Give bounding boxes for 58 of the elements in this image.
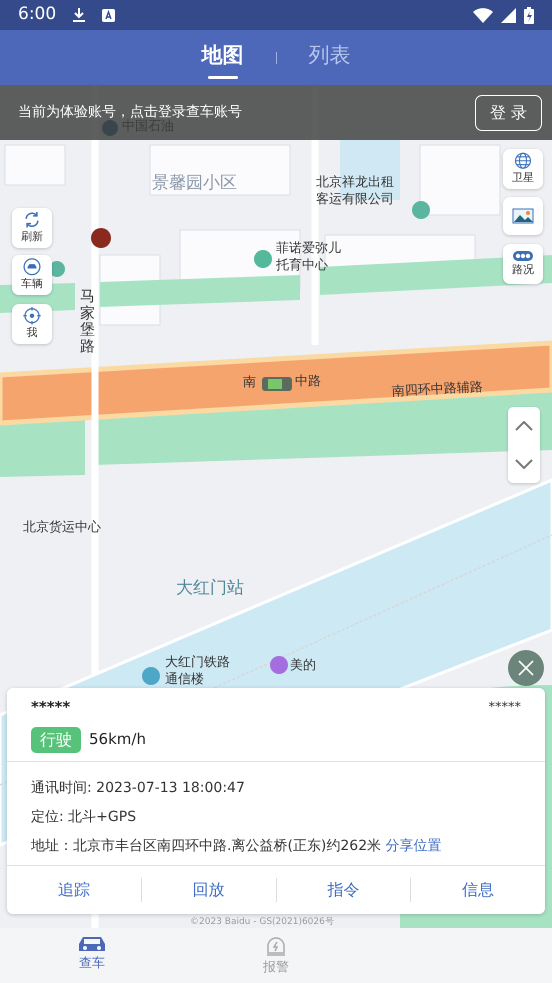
car-icon	[22, 258, 42, 276]
map-copyright: ©2023 Baidu - GS(2021)6026号	[190, 916, 334, 928]
action-button[interactable]: 回放	[142, 866, 276, 914]
map-label: 菲诺爱弥儿托育中心	[276, 241, 342, 275]
positioning-text: 定位: 北斗+GPS	[31, 808, 138, 826]
map-label: 南	[243, 375, 256, 392]
address-text: 地址：北京市丰台区南四环中路.离公益桥(正东)约262米 分享位置	[31, 836, 443, 856]
tab[interactable]: 地图	[192, 36, 254, 80]
download-icon	[72, 7, 86, 23]
login-button[interactable]: 登 录	[474, 94, 542, 130]
map-label: 北京货运中心	[23, 520, 101, 537]
poi-marker-icon	[142, 667, 160, 685]
refresh-button[interactable]: 刷新	[12, 208, 52, 248]
refresh-icon	[23, 211, 41, 228]
tab[interactable]: 列表	[298, 36, 360, 80]
satellite-button[interactable]: 卫星	[503, 149, 543, 189]
speed-text: 56km/h	[89, 729, 146, 750]
map-label: 美的	[290, 658, 316, 675]
signal-icon	[501, 8, 516, 22]
map-label: 景馨园小区	[152, 172, 237, 194]
poi-marker-icon	[254, 250, 272, 268]
globe-icon	[513, 152, 533, 170]
map-layer-button[interactable]	[503, 197, 543, 235]
comm-time-text: 通讯时间: 2023-07-13 18:00:47	[31, 778, 246, 798]
traffic-icon	[512, 250, 534, 262]
traffic-button[interactable]: 路况	[503, 244, 543, 284]
close-icon	[518, 660, 534, 676]
map-label: 南四环中路辅路	[392, 380, 484, 402]
notice-text: 当前为体验账号，点击登录查车账号	[18, 103, 242, 120]
map-label: 马家堡路	[80, 288, 95, 354]
nav-tab[interactable]: 查车	[0, 928, 184, 983]
locate-button[interactable]: 我	[12, 304, 52, 344]
poi-marker-icon	[412, 201, 430, 219]
image-icon	[512, 208, 534, 224]
locate-icon	[22, 307, 42, 324]
poi-marker-icon	[91, 228, 111, 248]
action-button[interactable]: 指令	[276, 866, 410, 914]
car-icon	[77, 934, 107, 954]
map-label: 中路	[295, 374, 321, 391]
map-label: 大红门站	[176, 577, 244, 600]
vehicles-button[interactable]: 车辆	[12, 255, 52, 295]
share-location-link[interactable]: 分享位置	[386, 838, 442, 854]
clock-time: 6:00	[18, 3, 56, 26]
device-number: *****	[488, 698, 522, 716]
chevron-down-icon	[515, 459, 533, 469]
status-badge: 行驶	[31, 726, 81, 752]
map-label: 北京祥龙出租客运有限公司	[316, 175, 395, 209]
keyboard-icon	[102, 8, 116, 22]
map-label: 大红门铁路通信楼	[165, 655, 231, 689]
plate-number: *****	[30, 697, 70, 718]
action-button[interactable]: 追踪	[7, 866, 141, 914]
battery-icon	[524, 6, 534, 24]
nav-tab[interactable]: 报警	[184, 928, 368, 983]
chevron-up-icon	[515, 421, 533, 431]
poi-marker-icon	[270, 656, 288, 674]
wifi-icon	[473, 8, 493, 22]
action-button[interactable]: 信息	[411, 866, 545, 914]
car-marker-icon	[262, 377, 292, 391]
